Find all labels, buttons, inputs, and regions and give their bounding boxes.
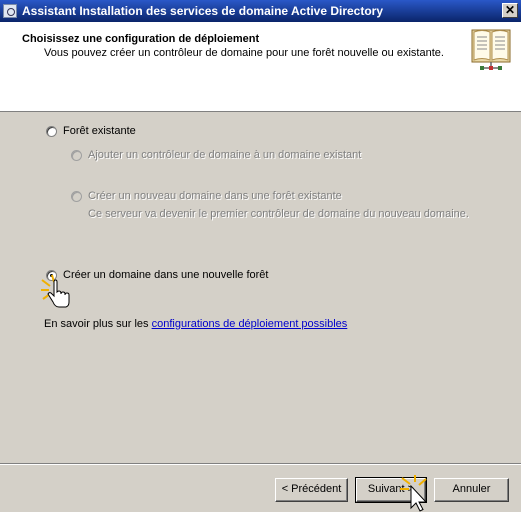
option-new-domain-existing-forest: Créer un nouveau domaine dans une forêt …: [71, 190, 342, 202]
option-existing-forest-label: Forêt existante: [63, 125, 136, 137]
radio-existing-forest[interactable]: [46, 126, 57, 137]
cancel-button[interactable]: Annuler: [434, 478, 509, 502]
app-icon: [3, 4, 17, 18]
back-button[interactable]: < Précédent: [275, 478, 348, 502]
deployment-configurations-link[interactable]: configurations de déploiement possibles: [152, 318, 348, 330]
wizard-header: Choisissez une configuration de déploiem…: [0, 22, 521, 112]
help-text: En savoir plus sur les configurations de…: [44, 318, 347, 330]
footer-divider: [0, 463, 521, 465]
radio-add-dc: [71, 150, 82, 161]
book-icon: [471, 29, 511, 70]
close-button[interactable]: ✕: [502, 3, 518, 18]
option-existing-forest[interactable]: Forêt existante: [46, 125, 136, 137]
radio-new-domain-existing-forest: [71, 191, 82, 202]
option-new-domain-existing-forest-label: Créer un nouveau domaine dans une forêt …: [88, 190, 342, 202]
hand-cursor-icon: [41, 274, 70, 308]
page-subtitle: Vous pouvez créer un contrôleur de domai…: [44, 47, 444, 59]
help-prefix: En savoir plus sur les: [44, 318, 152, 330]
option-new-forest[interactable]: Créer un domaine dans une nouvelle forêt: [46, 269, 268, 281]
window-title: Assistant Installation des services de d…: [22, 4, 384, 18]
page-title: Choisissez une configuration de déploiem…: [22, 33, 260, 45]
arrow-cursor-icon: [400, 475, 428, 512]
option-new-domain-existing-forest-desc: Ce serveur va devenir le premier contrôl…: [88, 208, 469, 220]
option-new-forest-label: Créer un domaine dans une nouvelle forêt: [63, 269, 269, 281]
title-bar: Assistant Installation des services de d…: [0, 0, 521, 22]
option-add-dc-label: Ajouter un contrôleur de domaine à un do…: [88, 149, 362, 161]
option-add-dc: Ajouter un contrôleur de domaine à un do…: [71, 149, 361, 161]
